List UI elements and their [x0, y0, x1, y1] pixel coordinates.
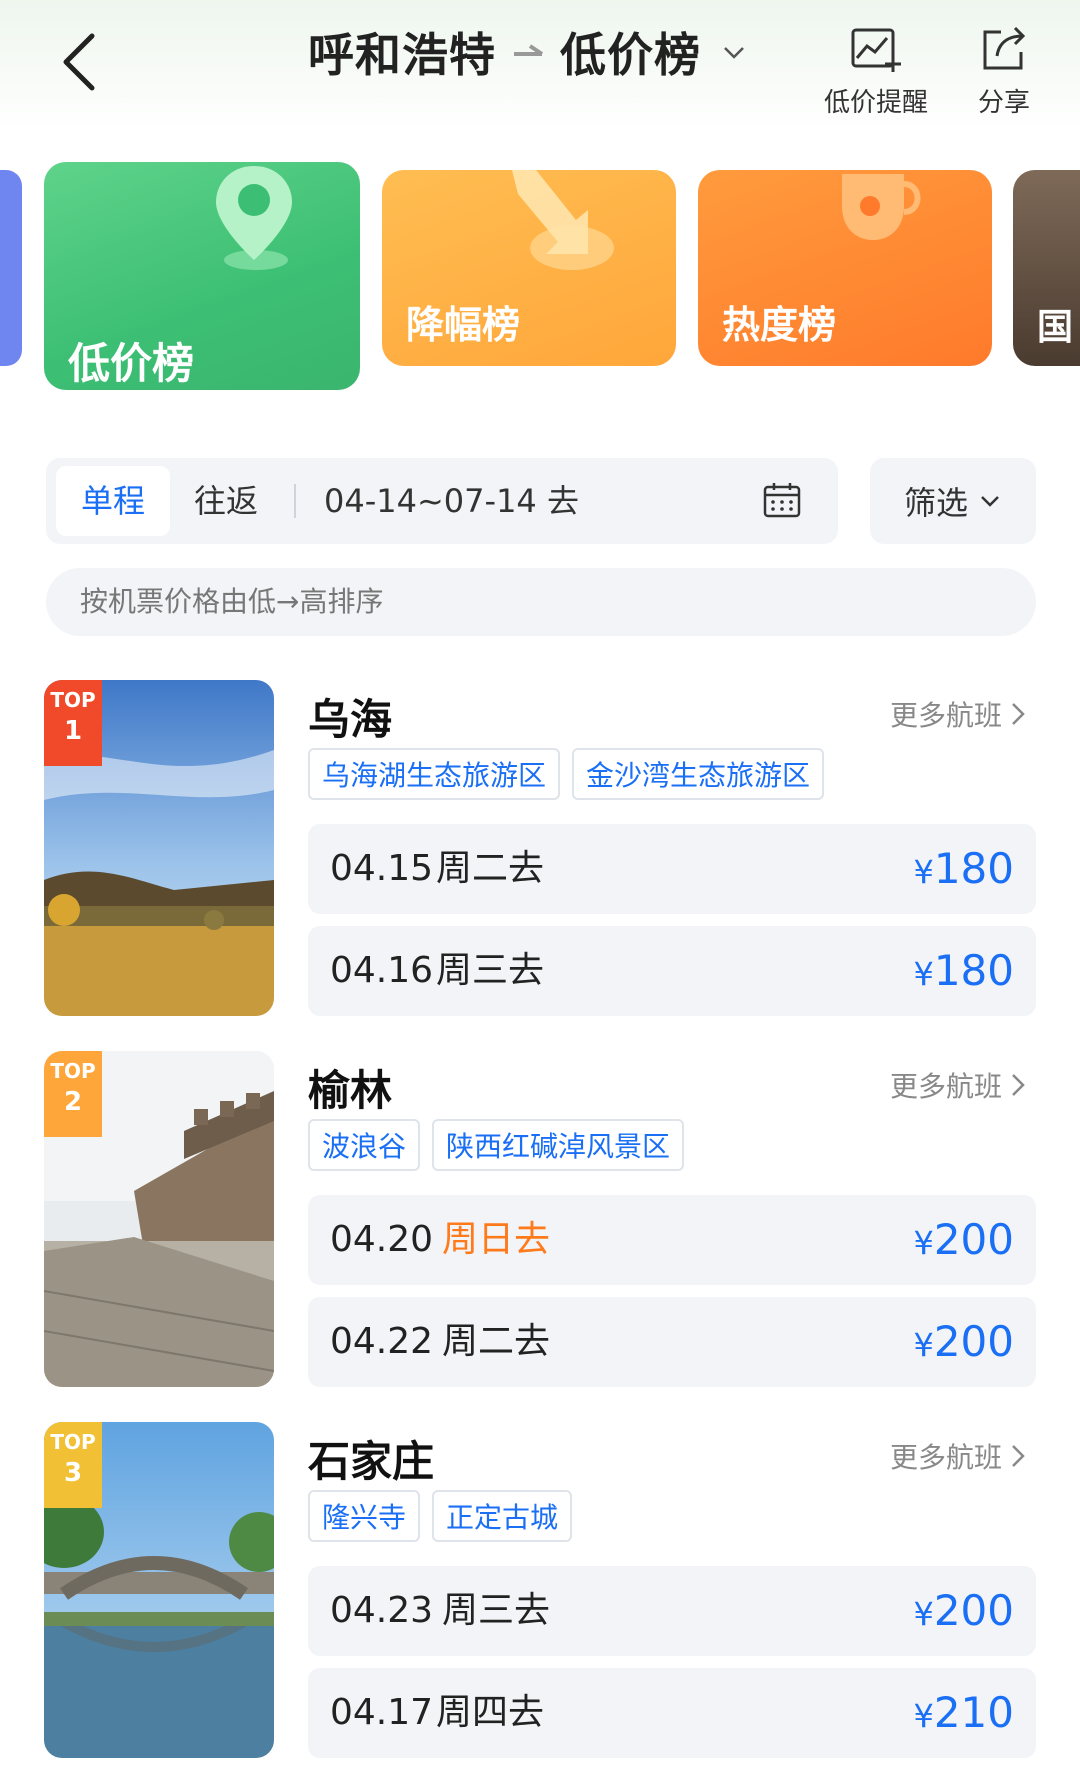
- rank-badge-top: TOP: [50, 688, 96, 712]
- fare-price: ¥180: [913, 844, 1014, 893]
- attraction-tag[interactable]: 波浪谷: [308, 1119, 421, 1171]
- fare-date: 04.20: [330, 1219, 434, 1260]
- more-flights-link[interactable]: 更多航班: [890, 1436, 1028, 1476]
- back-arrow-icon: [63, 33, 95, 91]
- price-alert-icon: [851, 28, 901, 72]
- fare-weekday: 周二去: [436, 848, 545, 889]
- rank-badge-number: 2: [63, 1087, 83, 1117]
- share-button[interactable]: 分享: [944, 22, 1064, 119]
- chevron-right-icon: [1012, 1074, 1025, 1096]
- attraction-tags: 乌海湖生态旅游区 金沙湾生态旅游区: [308, 748, 825, 800]
- route-arrow-icon: [514, 44, 544, 56]
- calendar-icon[interactable]: [762, 480, 802, 520]
- category-card-price-drop[interactable]: 降幅榜: [382, 170, 676, 366]
- trip-filter-bar: 单程 往返 04-14~07-14 去: [46, 458, 838, 544]
- fare-row[interactable]: 04.20 周日去 ¥200: [308, 1195, 1036, 1285]
- rank-badge: TOP 3: [44, 1422, 102, 1508]
- fare-price: ¥200: [913, 1215, 1014, 1264]
- fare-date: 04.15: [330, 848, 434, 889]
- page-title[interactable]: 呼和浩特 低价榜: [308, 22, 747, 82]
- origin-city: 呼和浩特: [308, 28, 496, 82]
- fare-date: 04.17: [330, 1692, 434, 1733]
- share-label: 分享: [977, 88, 1030, 118]
- fare-price: ¥180: [913, 946, 1014, 995]
- more-flights-label: 更多航班: [889, 699, 1002, 732]
- attraction-tag[interactable]: 金沙湾生态旅游区: [572, 748, 825, 800]
- attraction-tags: 隆兴寺 正定古城: [308, 1490, 573, 1542]
- rank-badge-top: TOP: [50, 1059, 96, 1083]
- price-alert-label: 低价提醒: [823, 88, 928, 118]
- round-trip-tab[interactable]: 往返: [194, 466, 274, 536]
- fare-row[interactable]: 04.15 周二去 ¥180: [308, 824, 1036, 914]
- category-card-international[interactable]: 国: [1013, 170, 1080, 366]
- sort-hint: 按机票价格由低→高排序: [46, 568, 1036, 636]
- date-range[interactable]: 04-14~07-14 去: [324, 466, 579, 536]
- category-card-popularity[interactable]: 热度榜: [698, 170, 992, 366]
- rank-item[interactable]: TOP 3 石家庄 更多航班 隆兴寺 正定古城 04.23 周三去 ¥200 0…: [0, 1422, 1080, 1762]
- fare-price: ¥210: [913, 1688, 1014, 1737]
- fare-weekday: 周四去: [436, 1692, 545, 1733]
- share-icon: [983, 26, 1026, 70]
- fare-row[interactable]: 04.17 周四去 ¥210: [308, 1668, 1036, 1758]
- chevron-down-icon: [724, 47, 744, 59]
- category-strip: 低价榜 降幅榜 热度榜 国: [0, 140, 1080, 400]
- rank-badge-number: 3: [63, 1458, 83, 1488]
- more-flights-link[interactable]: 更多航班: [890, 694, 1028, 734]
- attraction-tag[interactable]: 陕西红碱淖风景区: [432, 1119, 685, 1171]
- fare-price: ¥200: [913, 1317, 1014, 1366]
- fare-weekday: 周三去: [436, 950, 545, 991]
- top-bar: 呼和浩特 低价榜 低价提醒 分享: [0, 0, 1080, 130]
- city-name: 乌海: [308, 695, 393, 744]
- category-label: 低价榜: [68, 339, 195, 388]
- rank-badge: TOP 1: [44, 680, 102, 766]
- fare-date: 04.23: [330, 1590, 434, 1631]
- back-button[interactable]: [50, 26, 110, 96]
- attraction-tag[interactable]: 乌海湖生态旅游区: [308, 748, 561, 800]
- fare-date: 04.22: [330, 1321, 434, 1362]
- more-flights-label: 更多航班: [889, 1441, 1002, 1474]
- category-label: 热度榜: [722, 303, 837, 347]
- chevron-right-icon: [1012, 1445, 1025, 1467]
- more-flights-label: 更多航班: [889, 1070, 1002, 1103]
- down-arrow-icon: [512, 170, 614, 270]
- destination-photo: TOP 1: [44, 680, 274, 1016]
- attraction-tag[interactable]: 正定古城: [432, 1490, 573, 1542]
- fare-weekday: 周二去: [442, 1321, 551, 1362]
- chevron-down-icon: [981, 496, 999, 507]
- fare-row[interactable]: 04.23 周三去 ¥200: [308, 1566, 1036, 1656]
- rank-item[interactable]: TOP 1 乌海 更多航班 乌海湖生态旅游区 金沙湾生态旅游区 04.15 周二…: [0, 680, 1080, 1020]
- destination-photo: TOP 2: [44, 1051, 274, 1387]
- fare-weekday: 周三去: [442, 1590, 551, 1631]
- rank-badge-top: TOP: [50, 1430, 96, 1454]
- price-alert-button[interactable]: 低价提醒: [816, 22, 936, 119]
- rank-item[interactable]: TOP 2 榆林 更多航班 波浪谷 陕西红碱淖风景区 04.20 周日去 ¥20…: [0, 1051, 1080, 1391]
- more-flights-link[interactable]: 更多航班: [890, 1065, 1028, 1105]
- category-label: 国: [1037, 307, 1074, 348]
- city-name: 石家庄: [308, 1437, 435, 1486]
- city-name: 榆林: [308, 1066, 393, 1115]
- category-label: 降幅榜: [406, 303, 521, 347]
- fare-price: ¥200: [913, 1586, 1014, 1635]
- rank-badge-number: 1: [63, 716, 83, 746]
- one-way-tab[interactable]: 单程: [56, 466, 170, 536]
- fare-weekday: 周日去: [442, 1219, 551, 1260]
- attraction-tag[interactable]: 隆兴寺: [308, 1490, 421, 1542]
- attraction-tags: 波浪谷 陕西红碱淖风景区: [308, 1119, 685, 1171]
- rank-badge: TOP 2: [44, 1051, 102, 1137]
- destination-photo: TOP 3: [44, 1422, 274, 1758]
- chevron-right-icon: [1012, 703, 1025, 725]
- fare-row[interactable]: 04.22 周二去 ¥200: [308, 1297, 1036, 1387]
- fare-row[interactable]: 04.16 周三去 ¥180: [308, 926, 1036, 1016]
- fare-date: 04.16: [330, 950, 434, 991]
- category-card-previous[interactable]: [0, 170, 22, 366]
- category-card-low-price[interactable]: 低价榜: [44, 162, 360, 390]
- list-name: 低价榜: [560, 28, 701, 82]
- filter-label: 筛选: [903, 484, 968, 522]
- location-pin-icon: [216, 166, 292, 270]
- trophy-icon: [842, 174, 921, 240]
- filter-button[interactable]: 筛选: [870, 458, 1036, 544]
- divider: [294, 484, 296, 518]
